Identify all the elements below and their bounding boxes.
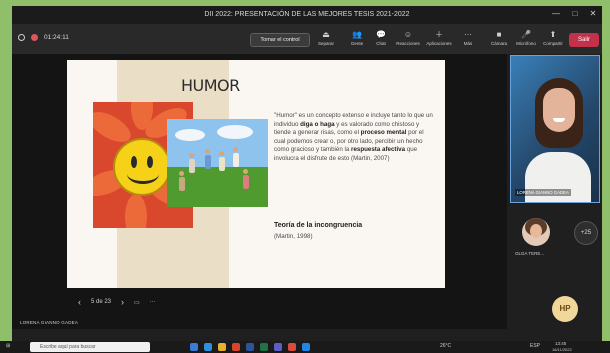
language-indicator[interactable]: ESP [530, 343, 540, 349]
title-bar: DII 2022: PRESENTACIÓN DE LAS MEJORES TE… [12, 6, 602, 24]
share-icon: ⬆ [549, 30, 557, 39]
mic-off-icon: 🎤 [521, 30, 531, 39]
separate-button[interactable]: ⏏ Separar [313, 29, 339, 51]
apps-icon: ＋ [435, 30, 443, 39]
maximize-button[interactable]: □ [568, 9, 582, 21]
clock-date[interactable]: 16/11/2022 [552, 347, 572, 352]
clock-time[interactable]: 13:45 [555, 341, 566, 346]
eject-icon: ⏏ [322, 30, 330, 39]
microphone-label: Micrófono [516, 41, 536, 46]
chat-button[interactable]: 💬 Chat [368, 29, 394, 51]
reactions-button[interactable]: ☺ Reacciones [395, 29, 421, 51]
chat-label: Chat [376, 41, 386, 46]
teams-icon[interactable] [274, 343, 282, 351]
participant-small-name: OLGA TERE... [515, 251, 545, 256]
participant-name: LORENA GIANNO GADEA [515, 189, 571, 196]
share-button[interactable]: ⬆ Compartir [540, 29, 566, 51]
slide-paragraph: "Humor" es un concepto extenso e incluye… [274, 112, 434, 164]
recording-icon [31, 34, 38, 41]
reactions-label: Reacciones [396, 41, 420, 46]
people-button[interactable]: 👥 Gente [344, 29, 370, 51]
next-slide-button[interactable]: › [121, 297, 124, 307]
slide-title: HUMOR [181, 76, 240, 95]
minimize-button[interactable]: — [549, 9, 563, 21]
presentation-slide: HUMOR "Humor" es un concepto extenso e i… [67, 60, 445, 288]
excel-icon[interactable] [260, 343, 268, 351]
teams-window: DII 2022: PRESENTACIÓN DE LAS MEJORES TE… [12, 6, 602, 347]
camera-label: Cámara [490, 41, 507, 46]
edge-icon[interactable] [204, 343, 212, 351]
explorer-icon[interactable] [218, 343, 226, 351]
slide-navigation: ‹ 5 de 23 › ▭ ··· [78, 297, 156, 307]
close-button[interactable]: ✕ [586, 9, 600, 21]
people-label: Gente [350, 41, 364, 46]
chat-icon: 💬 [376, 30, 386, 39]
chrome-icon[interactable] [288, 343, 296, 351]
powerpoint-icon[interactable] [232, 343, 240, 351]
more-options-icon[interactable]: ··· [150, 299, 156, 305]
smiley-face [113, 138, 171, 196]
more-button[interactable]: ··· Más [455, 29, 481, 51]
previous-slide-button[interactable]: ‹ [78, 297, 81, 307]
separate-label: Separar [317, 41, 334, 46]
slide-subtitle: Teoría de la incongruencia [274, 222, 363, 229]
shared-content-stage: HUMOR "Humor" es un concepto extenso e i… [12, 54, 507, 329]
apps-button[interactable]: ＋ Aplicaciones [426, 29, 452, 51]
meeting-status: 01:24:11 [18, 34, 69, 41]
camera-button[interactable]: ■ Cámara [486, 29, 512, 51]
outlook-icon[interactable] [302, 343, 310, 351]
meeting-toolbar: 01:24:11 Tomar el control ⏏ Separar 👥 Ge… [12, 24, 602, 54]
microphone-button[interactable]: 🎤 Micrófono [513, 29, 539, 51]
initials-avatar[interactable]: HP [552, 296, 578, 322]
paragraph-bold: diga o haga [300, 120, 335, 128]
presenter-name: LORENA GIANNO GADEA [20, 320, 79, 325]
windows-taskbar: ⊞ Escribe aquí para buscar 26°C ESP 13:4… [0, 341, 610, 353]
children-playing-photo [167, 119, 268, 207]
more-label: Más [463, 41, 473, 46]
slide-citation: (Martin, 1998) [274, 233, 313, 240]
apps-label: Aplicaciones [426, 41, 452, 46]
word-icon[interactable] [246, 343, 254, 351]
meeting-timer: 01:24:11 [44, 34, 69, 41]
participant-video-tile[interactable]: LORENA GIANNO GADEA [510, 55, 600, 203]
grid-view-icon[interactable]: ▭ [134, 299, 140, 306]
take-control-button[interactable]: Tomar el control [250, 33, 310, 47]
camera-icon: ■ [496, 30, 502, 39]
taskbar-search-input[interactable]: Escribe aquí para buscar [30, 342, 150, 352]
windows-start-icon[interactable]: ⊞ [6, 343, 10, 349]
more-icon: ··· [464, 30, 472, 39]
share-label: Compartir [543, 41, 563, 46]
participant-avatar[interactable] [522, 218, 550, 246]
weather-text: 26°C [440, 343, 452, 349]
paragraph-bold: proceso mental [360, 129, 407, 137]
more-participants-button[interactable]: +25 [574, 221, 598, 245]
slide-counter: 5 de 23 [91, 299, 112, 305]
window-title: DII 2022: PRESENTACIÓN DE LAS MEJORES TE… [204, 11, 410, 18]
leave-button[interactable]: Salir [569, 33, 599, 47]
paragraph-bold: respuesta afectiva [351, 146, 406, 154]
task-view-icon[interactable] [190, 343, 198, 351]
people-icon: 👥 [352, 30, 362, 39]
reactions-icon: ☺ [403, 30, 413, 39]
shield-icon[interactable] [18, 34, 25, 41]
